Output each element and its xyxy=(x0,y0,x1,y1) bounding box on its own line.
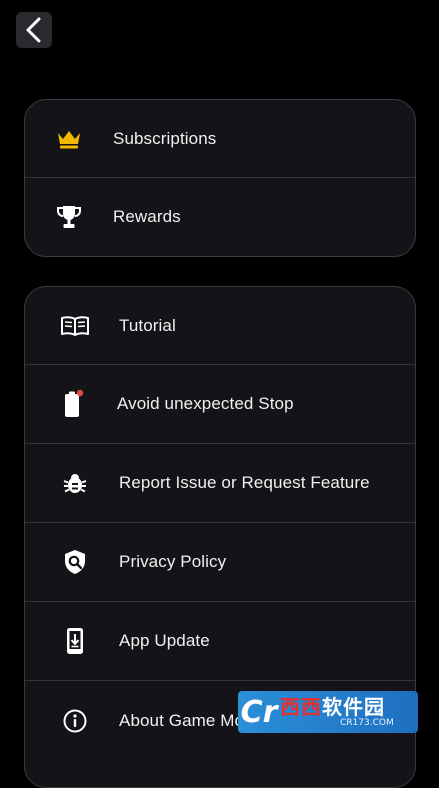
menu-item-label: Tutorial xyxy=(119,315,176,335)
open-book-icon xyxy=(51,306,99,346)
menu-item-label: App Update xyxy=(119,631,210,650)
menu-item-label: Rewards xyxy=(113,206,181,226)
watermark-domain: CR173.COM xyxy=(340,717,394,728)
back-button[interactable] xyxy=(16,12,52,48)
info-icon xyxy=(51,701,99,741)
watermark-brand-a: 西西 xyxy=(280,694,322,719)
menu-item-label: Report Issue or Request Feature xyxy=(119,473,370,492)
menu-item-subscriptions[interactable]: Subscriptions xyxy=(25,100,415,178)
menu-item-label: Subscriptions xyxy=(113,128,217,148)
menu-item-privacy-policy[interactable]: Privacy Policy xyxy=(25,523,415,602)
menu-item-rewards[interactable]: Rewards xyxy=(25,178,415,255)
watermark-c-icon: Cr xyxy=(240,694,278,730)
chevron-left-icon xyxy=(26,17,41,43)
menu-item-label: Privacy Policy xyxy=(119,552,227,571)
watermark-brand-b: 软件园 xyxy=(322,694,385,719)
crown-icon xyxy=(45,119,93,159)
menu-item-app-update[interactable]: App Update xyxy=(25,602,415,681)
shield-search-icon xyxy=(51,542,99,582)
account-menu-card: Subscriptions Rewards xyxy=(24,99,416,257)
menu-item-report-issue[interactable]: Report Issue or Request Feature xyxy=(25,444,415,523)
menu-item-tutorial[interactable]: Tutorial xyxy=(25,287,415,365)
bug-icon xyxy=(51,463,99,503)
watermark-logo: Cr 西西软件园 CR173.COM xyxy=(238,691,418,733)
menu-item-label: Avoid unexpected Stop xyxy=(117,394,294,413)
trophy-icon xyxy=(45,197,93,237)
battery-icon xyxy=(49,384,97,424)
phone-download-icon xyxy=(51,621,99,661)
menu-item-avoid-unexpected-stop[interactable]: Avoid unexpected Stop xyxy=(25,365,415,444)
